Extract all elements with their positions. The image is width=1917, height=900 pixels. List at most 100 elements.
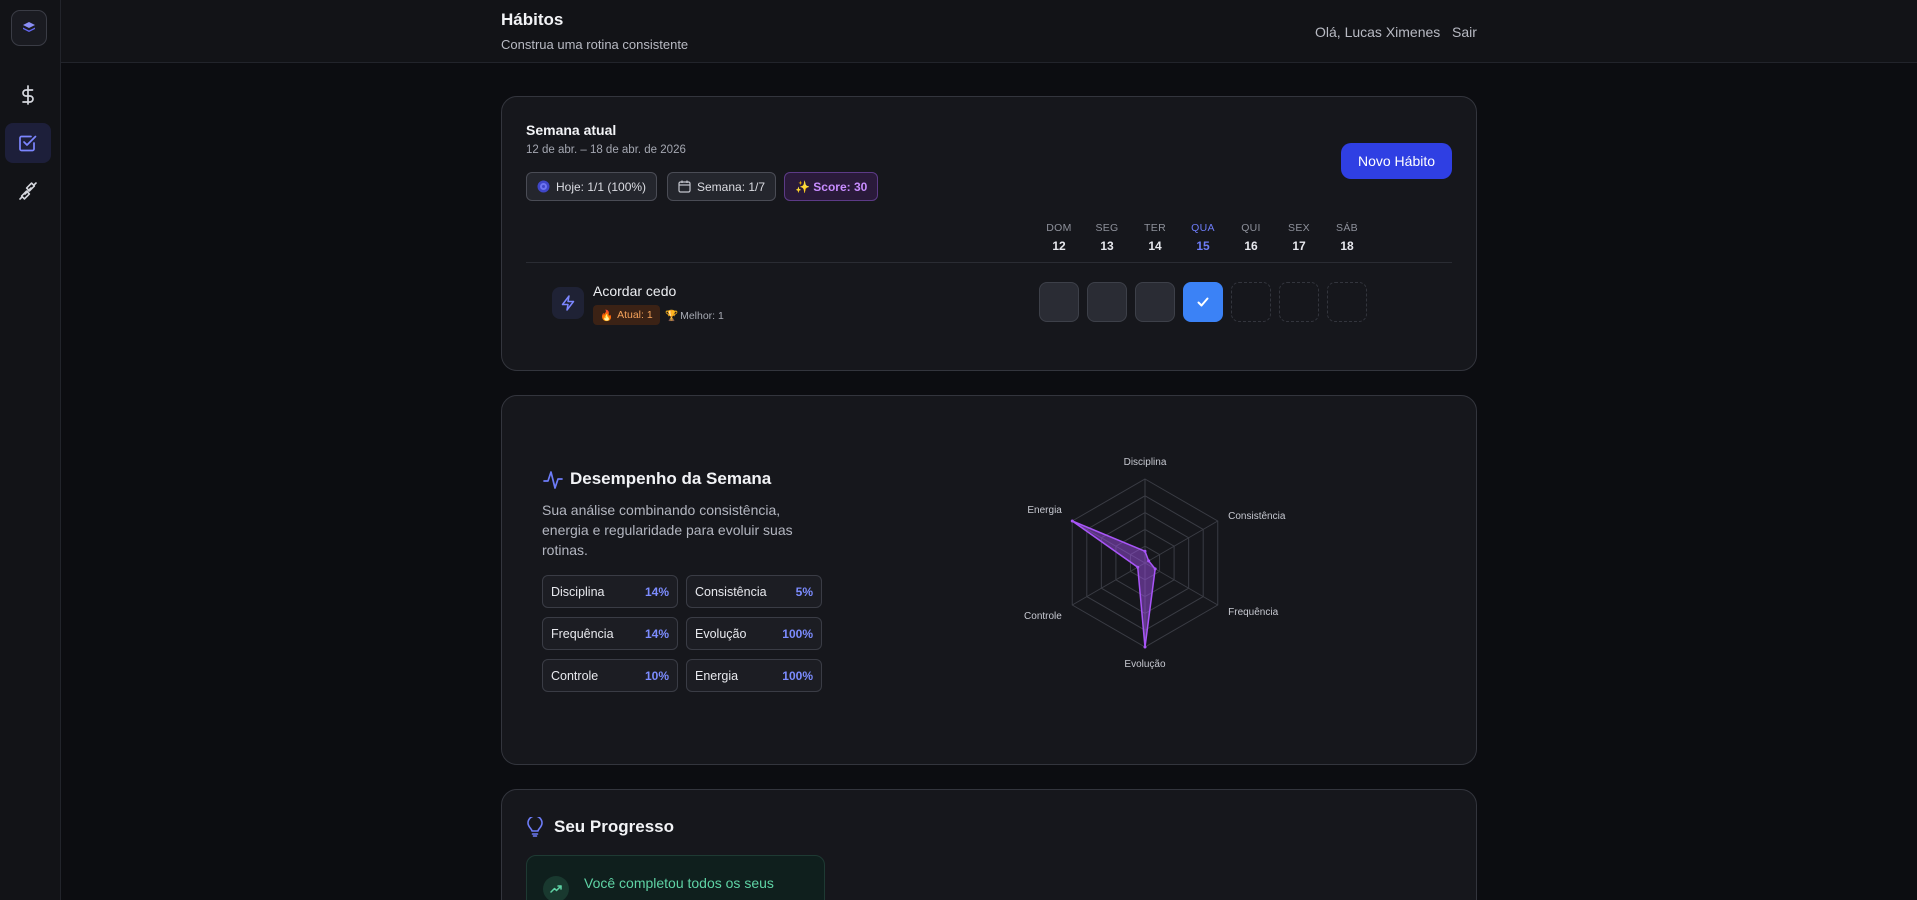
metric-consistencia: Consistência 5% [686, 575, 822, 608]
metric-label: Frequência [551, 626, 614, 641]
metric-label: Disciplina [551, 584, 605, 599]
radar-label-0: Disciplina [1124, 457, 1167, 468]
day-date: 15 [1196, 239, 1210, 253]
week-progress-text: Semana: 1/7 [697, 179, 766, 194]
day-name: SÁB [1336, 222, 1358, 234]
metric-value: 5% [795, 584, 813, 599]
checkbox-icon [19, 135, 37, 152]
activity-icon [543, 471, 563, 489]
dumbbell-icon [19, 182, 37, 200]
radar-point-5 [1070, 519, 1074, 523]
current-streak-text: Atual: 1 [617, 309, 653, 321]
day-date: 14 [1148, 239, 1162, 253]
progress-message: Você completou todos os seus [584, 875, 774, 891]
metric-value: 100% [782, 668, 813, 683]
radar-chart: Disciplina Consistência Frequência Evolução… [1024, 457, 1286, 670]
day-date: 13 [1100, 239, 1114, 253]
target-icon [537, 180, 550, 193]
performance-title: Desempenho da Semana [570, 469, 772, 488]
habit-day-cell-mon[interactable] [1087, 282, 1127, 322]
performance-description: Sua análise combinando consistência, ene… [542, 502, 793, 558]
metric-evolucao: Evolução 100% [686, 617, 822, 650]
user-greeting: Olá, Lucas Ximenes [1315, 24, 1441, 40]
sidebar-item-workout[interactable] [5, 171, 51, 211]
metric-value: 14% [644, 626, 669, 641]
radar-label-1: Consistência [1228, 511, 1286, 522]
day-header-sun: DOM 12 [1039, 222, 1079, 253]
day-name: DOM [1046, 222, 1072, 234]
current-streak-badge: 🔥 Atual: 1 [593, 305, 660, 325]
metric-disciplina: Disciplina 14% [542, 575, 678, 608]
week-card: Semana atual 12 de abr. – 18 de abr. de … [501, 96, 1477, 371]
trending-up-icon [543, 876, 569, 900]
day-header-sat: SÁB 18 [1327, 222, 1367, 253]
day-name: QUI [1241, 222, 1261, 234]
habit-day-cell-thu[interactable] [1231, 282, 1271, 322]
metric-frequencia: Frequência 14% [542, 617, 678, 650]
metric-value: 10% [644, 668, 669, 683]
calendar-icon [678, 180, 691, 193]
day-name: SEX [1288, 222, 1310, 234]
radar-point-4 [1136, 565, 1140, 569]
top-bar: Hábitos Construa uma rotina consistente … [61, 0, 1917, 63]
divider [526, 262, 1452, 263]
radar-point-2 [1153, 567, 1157, 571]
today-progress-pill: Hoje: 1/1 (100%) [526, 172, 658, 201]
radar-label-3: Evolução [1124, 659, 1166, 670]
day-header-wed: QUA 15 [1183, 222, 1223, 253]
habit-name: Acordar cedo [593, 283, 677, 299]
metric-label: Consistência [695, 584, 767, 599]
page-title: Hábitos [501, 10, 564, 29]
day-date: 17 [1292, 239, 1306, 253]
sidebar [0, 0, 61, 900]
habit-day-cell-tue[interactable] [1135, 282, 1175, 322]
radar-label-4: Controle [1024, 611, 1062, 622]
sidebar-item-finance[interactable] [5, 75, 51, 115]
habit-day-cell-sat[interactable] [1327, 282, 1367, 322]
best-streak-text: Melhor: 1 [680, 309, 724, 322]
habit-day-cell-sun[interactable] [1039, 282, 1079, 322]
week-progress-pill: Semana: 1/7 [667, 172, 777, 201]
metric-value: 100% [782, 626, 813, 641]
metric-label: Controle [551, 668, 599, 683]
app-logo-button[interactable] [11, 10, 47, 46]
check-icon [1197, 297, 1209, 307]
progress-title: Seu Progresso [554, 817, 674, 836]
page-subtitle: Construa uma rotina consistente [501, 37, 689, 52]
day-header-mon: SEG 13 [1087, 222, 1127, 253]
habit-day-cell-wed[interactable] [1183, 282, 1223, 322]
today-progress-text: Hoje: 1/1 (100%) [556, 179, 647, 194]
new-habit-button[interactable]: Novo Hábito [1341, 143, 1452, 179]
metric-label: Evolução [695, 626, 747, 641]
day-date: 16 [1244, 239, 1258, 253]
dollar-icon [22, 85, 34, 105]
day-date: 12 [1052, 239, 1066, 253]
habit-icon-badge [552, 287, 584, 319]
performance-card: Desempenho da Semana Sua análise combina… [501, 395, 1477, 765]
day-name: QUA [1191, 222, 1215, 234]
sidebar-item-habits[interactable] [5, 123, 51, 163]
progress-message-box: Você completou todos os seus [526, 855, 825, 900]
lightning-icon [561, 295, 575, 311]
radar-point-3 [1143, 645, 1147, 649]
habit-day-cell-fri[interactable] [1279, 282, 1319, 322]
radar-label-5: Energia [1027, 505, 1062, 516]
logout-link[interactable]: Sair [1452, 24, 1477, 40]
metric-energia: Energia 100% [686, 659, 822, 692]
best-streak: 🏆 Melhor: 1 [665, 309, 724, 323]
score-text: ✨ Score: 30 [795, 179, 868, 194]
week-range: 12 de abr. – 18 de abr. de 2026 [526, 144, 686, 156]
trophy-icon: 🏆 [665, 310, 679, 322]
metric-label: Energia [695, 668, 739, 683]
day-name: TER [1144, 222, 1166, 234]
radar-series-area [1071, 520, 1156, 648]
radar-point-1 [1147, 559, 1151, 563]
progress-card: Seu Progresso Você completou todos os se… [501, 789, 1477, 900]
day-header-tue: TER 14 [1135, 222, 1175, 253]
layers-icon [23, 22, 35, 32]
radar-point-0 [1143, 549, 1147, 553]
fire-icon: 🔥 [600, 309, 614, 322]
metric-value: 14% [644, 584, 669, 599]
radar-label-2: Frequência [1228, 607, 1278, 618]
day-date: 18 [1340, 239, 1354, 253]
